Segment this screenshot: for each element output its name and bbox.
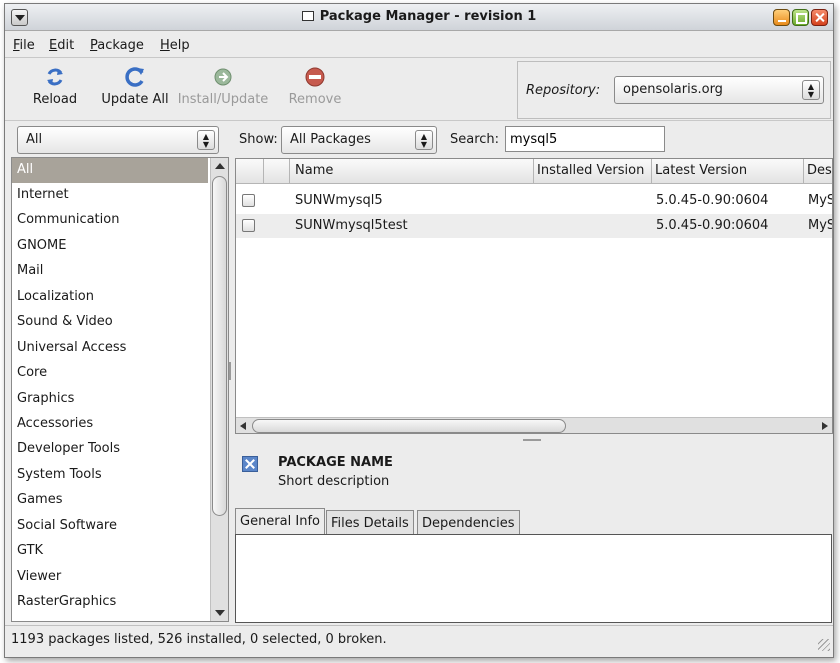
package-description: MyS xyxy=(808,193,833,208)
update-all-icon xyxy=(125,67,144,87)
maximize-icon[interactable] xyxy=(792,9,809,26)
menu-package[interactable]: Package xyxy=(90,38,144,53)
tab-files-details[interactable]: Files Details xyxy=(326,510,414,535)
close-icon[interactable] xyxy=(811,9,828,26)
package-name: SUNWmysql5 xyxy=(295,193,383,208)
category-item-mail[interactable]: Mail xyxy=(12,259,208,284)
scrollbar-thumb[interactable] xyxy=(252,419,566,433)
package-list: Name Installed Version Latest Version De… xyxy=(235,158,833,434)
category-item-gtk[interactable]: GTK xyxy=(12,539,208,564)
remove-button[interactable]: Remove xyxy=(285,65,345,107)
category-item-developer-tools[interactable]: Developer Tools xyxy=(12,437,208,462)
search-input[interactable] xyxy=(505,126,665,152)
reload-icon xyxy=(47,68,63,86)
row-checkbox[interactable] xyxy=(242,219,255,232)
window-title-icon xyxy=(301,11,314,21)
table-row[interactable]: SUNWmysql5 5.0.45-0.90:0604 MyS xyxy=(236,189,833,213)
menu-help[interactable]: Help xyxy=(160,38,190,53)
combo-arrows-icon: ▲ ▼ xyxy=(415,130,433,150)
category-item-core[interactable]: Core xyxy=(12,361,208,386)
category-item-rastergraphics[interactable]: RasterGraphics xyxy=(12,590,208,615)
column-header-installed-version[interactable]: Installed Version xyxy=(534,159,652,184)
category-scrollbar[interactable] xyxy=(210,158,228,621)
column-header-status[interactable] xyxy=(264,159,290,184)
repository-label: Repository: xyxy=(526,83,601,98)
status-bar: 1193 packages listed, 526 installed, 0 s… xyxy=(5,625,833,654)
latest-version: 5.0.45-0.90:0604 xyxy=(656,193,769,208)
tab-general-info[interactable]: General Info xyxy=(235,508,325,536)
menu-file[interactable]: File xyxy=(13,38,35,53)
column-header-name[interactable]: Name xyxy=(290,159,534,184)
combo-arrows-icon: ▲ ▼ xyxy=(197,130,215,150)
resize-grip-icon[interactable] xyxy=(818,639,830,651)
window-title: Package Manager - revision 1 xyxy=(5,9,833,24)
column-header-latest-version[interactable]: Latest Version xyxy=(652,159,804,184)
package-description: MyS xyxy=(808,218,833,233)
toolbar: Reload Update All Install/Update Remove xyxy=(5,59,833,121)
table-row[interactable]: SUNWmysql5test 5.0.45-0.90:0604 MyS xyxy=(236,214,833,238)
menu-edit[interactable]: Edit xyxy=(49,38,74,53)
combo-arrows-icon: ▲ ▼ xyxy=(802,80,820,100)
category-item-accessories[interactable]: Accessories xyxy=(12,412,208,437)
search-label: Search: xyxy=(450,132,500,147)
scroll-up-icon[interactable] xyxy=(215,163,225,169)
scroll-down-icon[interactable] xyxy=(215,610,225,616)
show-select[interactable]: All Packages ▲ ▼ xyxy=(281,126,437,154)
repository-select[interactable]: opensolaris.org ▲ ▼ xyxy=(614,76,824,104)
package-status-icon xyxy=(242,456,258,472)
latest-version: 5.0.45-0.90:0604 xyxy=(656,218,769,233)
category-item-games[interactable]: Games xyxy=(12,488,208,513)
status-text: 1193 packages listed, 526 installed, 0 s… xyxy=(11,632,387,647)
category-item-localization[interactable]: Localization xyxy=(12,285,208,310)
pane-splitter[interactable] xyxy=(229,362,231,380)
category-item-graphics[interactable]: Graphics xyxy=(12,387,208,412)
remove-icon xyxy=(305,67,325,87)
minimize-icon[interactable] xyxy=(773,9,790,26)
category-item-universal-access[interactable]: Universal Access xyxy=(12,336,208,361)
detail-tab-panel xyxy=(235,534,832,623)
reload-button[interactable]: Reload xyxy=(29,65,81,107)
detail-package-name: PACKAGE NAME xyxy=(278,455,393,470)
show-label: Show: xyxy=(239,132,278,147)
detail-splitter[interactable] xyxy=(523,439,541,441)
menu-bar: File Edit Package Help xyxy=(5,32,833,58)
category-item-gnome[interactable]: GNOME xyxy=(12,234,208,259)
install-update-button[interactable]: Install/Update xyxy=(177,65,269,107)
scrollbar-thumb[interactable] xyxy=(212,176,227,516)
category-item-social-software[interactable]: Social Software xyxy=(12,514,208,539)
package-manager-window: Package Manager - revision 1 File Edit P… xyxy=(4,3,834,658)
category-item-viewer[interactable]: Viewer xyxy=(12,565,208,590)
category-select[interactable]: All ▲ ▼ xyxy=(17,126,219,154)
update-all-button[interactable]: Update All xyxy=(97,65,173,107)
tab-dependencies[interactable]: Dependencies xyxy=(417,510,520,535)
column-header-description[interactable]: Des xyxy=(804,159,832,184)
category-item-system-tools[interactable]: System Tools xyxy=(12,463,208,488)
category-item-communication[interactable]: Communication xyxy=(12,208,208,233)
category-list: All Internet Communication GNOME Mail Lo… xyxy=(11,157,229,622)
detail-package-description: Short description xyxy=(278,474,390,489)
column-header-check[interactable] xyxy=(236,159,264,184)
category-item-sound-video[interactable]: Sound & Video xyxy=(12,310,208,335)
scroll-right-icon[interactable] xyxy=(822,422,828,430)
title-bar: Package Manager - revision 1 xyxy=(5,4,833,31)
category-item-all[interactable]: All xyxy=(12,158,208,183)
row-checkbox[interactable] xyxy=(242,194,255,207)
package-list-hscrollbar[interactable] xyxy=(236,417,832,433)
scroll-left-icon[interactable] xyxy=(240,422,246,430)
category-item-internet[interactable]: Internet xyxy=(12,183,208,208)
install-arrow-icon xyxy=(214,68,232,86)
package-name: SUNWmysql5test xyxy=(295,218,408,233)
repository-frame: Repository: opensolaris.org ▲ ▼ xyxy=(517,61,831,119)
